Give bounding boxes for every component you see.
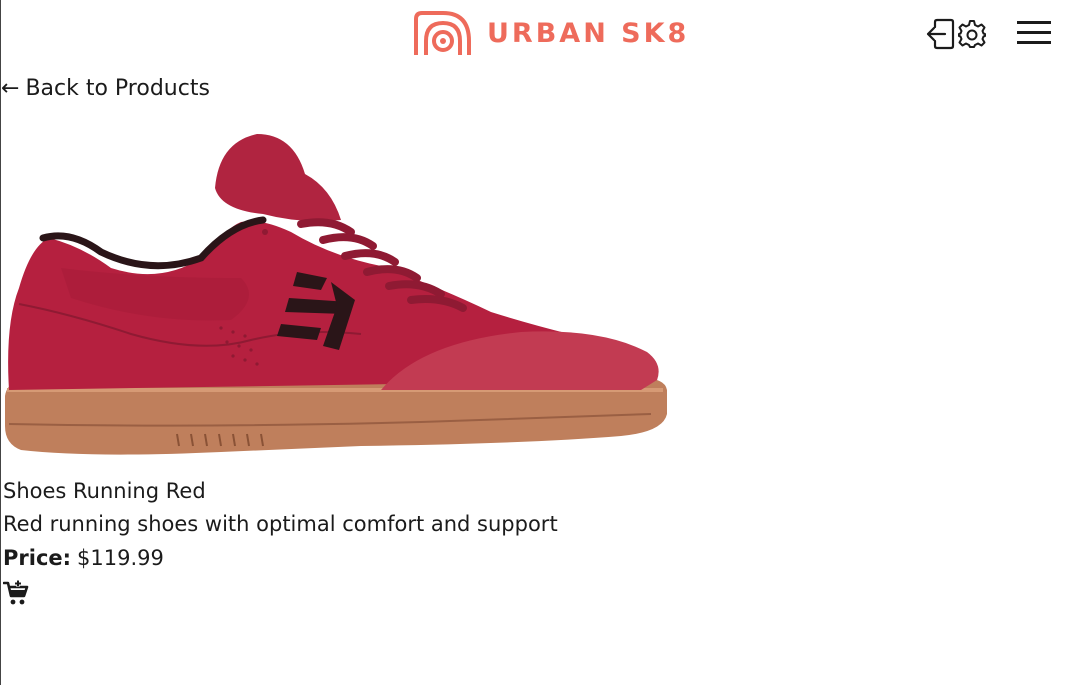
product-name: Shoes Running Red (3, 479, 206, 503)
price-label: Price: (3, 546, 72, 570)
product-price: Price: $119.99 (3, 546, 164, 570)
back-link-label: Back to Products (25, 76, 210, 101)
back-arrow-icon: ← (1, 76, 20, 101)
brand[interactable]: URBAN SK8 (413, 11, 689, 55)
product-description: Red running shoes with optimal comfort a… (3, 512, 558, 536)
red-skate-shoe-image (5, 134, 667, 455)
add-to-cart-icon[interactable] (3, 580, 29, 606)
brand-name: URBAN SK8 (487, 17, 690, 49)
site-header: URBAN SK8 (1, 0, 1092, 70)
login-icon[interactable] (925, 18, 955, 50)
urban-sk8-logo-icon (414, 11, 471, 55)
back-to-products-link[interactable]: ← Back to Products (1, 76, 210, 101)
settings-icon[interactable] (957, 19, 987, 49)
price-value: $119.99 (77, 546, 164, 570)
hamburger-menu-icon[interactable] (1015, 18, 1053, 48)
